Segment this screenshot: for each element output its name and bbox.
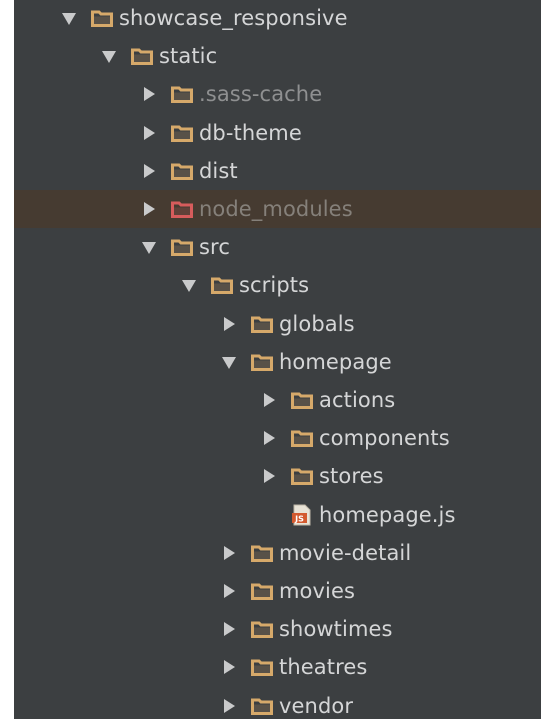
expand-arrow-icon[interactable] [262,429,276,447]
expand-arrow-icon[interactable] [262,391,276,409]
folder-icon [251,582,273,600]
folder-icon [291,391,313,409]
tree-item-dist[interactable]: dist [14,152,541,190]
expand-arrow-icon[interactable] [262,467,276,485]
folder-icon [171,238,193,257]
expand-arrow-icon[interactable] [222,544,236,562]
tree-item-label: db-theme [199,120,302,145]
folder-icon [251,315,273,333]
expand-arrow-icon[interactable] [222,315,236,333]
tree-item-node-modules[interactable]: node_modules [14,190,541,228]
folder-icon [251,658,273,677]
expand-arrow-icon[interactable] [142,162,156,180]
folder-icon [251,353,273,371]
tree-item-stores[interactable]: stores [14,457,541,495]
js-file-icon: JS [291,504,313,526]
tree-item-theatres[interactable]: theatres [14,648,541,686]
tree-item-label: scripts [239,273,310,298]
folder-icon [251,697,273,715]
folder-icon [291,467,313,486]
folder-icon [91,9,113,27]
tree-item-db-theme[interactable]: db-theme [14,114,541,152]
expand-arrow-icon[interactable] [142,85,156,103]
tree-item-movie-detail[interactable]: movie-detail [14,534,541,572]
collapse-arrow-icon[interactable] [102,47,116,65]
tree-item-label: globals [279,311,355,336]
folder-icon [171,162,193,180]
expand-arrow-icon[interactable] [142,200,156,218]
collapse-arrow-icon[interactable] [62,9,76,27]
folder-icon [171,85,193,104]
tree-item-showtimes[interactable]: showtimes [14,610,541,648]
tree-item-label: node_modules [199,197,353,221]
tree-item-globals[interactable]: globals [14,305,541,343]
tree-item-label: actions [319,388,396,412]
tree-item-label: .sass-cache [199,82,323,107]
excluded-folder-icon [171,200,193,218]
tree-item-label: homepage.js [319,502,456,527]
tree-item-label: movies [279,579,356,603]
expand-arrow-icon[interactable] [142,124,156,142]
tree-item-homepage[interactable]: homepage [14,343,541,381]
expand-arrow-icon[interactable] [222,697,236,715]
tree-item-label: dist [199,158,238,183]
tree-item-label: showtimes [279,617,393,642]
tree-item-scripts[interactable]: scripts [14,266,541,304]
tree-item-label: homepage [279,349,392,374]
tree-item-label: components [319,426,450,451]
expand-arrow-icon[interactable] [222,620,236,638]
tree-item-components[interactable]: components [14,419,541,457]
svg-text:JS: JS [294,514,304,523]
tree-item-static[interactable]: static [14,37,541,75]
folder-icon [131,47,153,66]
tree-item-label: vendor [279,693,354,718]
tree-item-vendor[interactable]: vendor [14,687,541,719]
folder-icon [251,544,273,562]
tree-item-src[interactable]: src [14,228,541,266]
folder-icon [251,620,273,639]
tree-item-label: showcase_responsive [119,6,348,30]
tree-item-movies[interactable]: movies [14,572,541,610]
tree-item-homepage-js[interactable]: JS homepage.js [14,496,541,534]
collapse-arrow-icon[interactable] [182,276,196,294]
tree-item-showcase-responsive[interactable]: showcase_responsive [14,0,541,37]
expand-arrow-icon[interactable] [222,582,236,600]
folder-icon [171,124,193,142]
tree-item-label: static [159,44,218,69]
folder-icon [291,429,313,448]
expand-arrow-icon[interactable] [222,658,236,676]
tree-item-label: movie-detail [279,540,412,565]
collapse-arrow-icon[interactable] [142,238,156,256]
tree-item-label: src [199,235,230,260]
project-tree-panel: showcase_responsivestatic .sass-cache db-t… [14,0,541,719]
collapse-arrow-icon[interactable] [222,353,236,371]
tree-item-label: stores [319,464,384,489]
tree-item-sass-cache[interactable]: .sass-cache [14,75,541,113]
folder-icon [211,276,233,295]
tree-item-label: theatres [279,655,368,680]
tree-item-actions[interactable]: actions [14,381,541,419]
